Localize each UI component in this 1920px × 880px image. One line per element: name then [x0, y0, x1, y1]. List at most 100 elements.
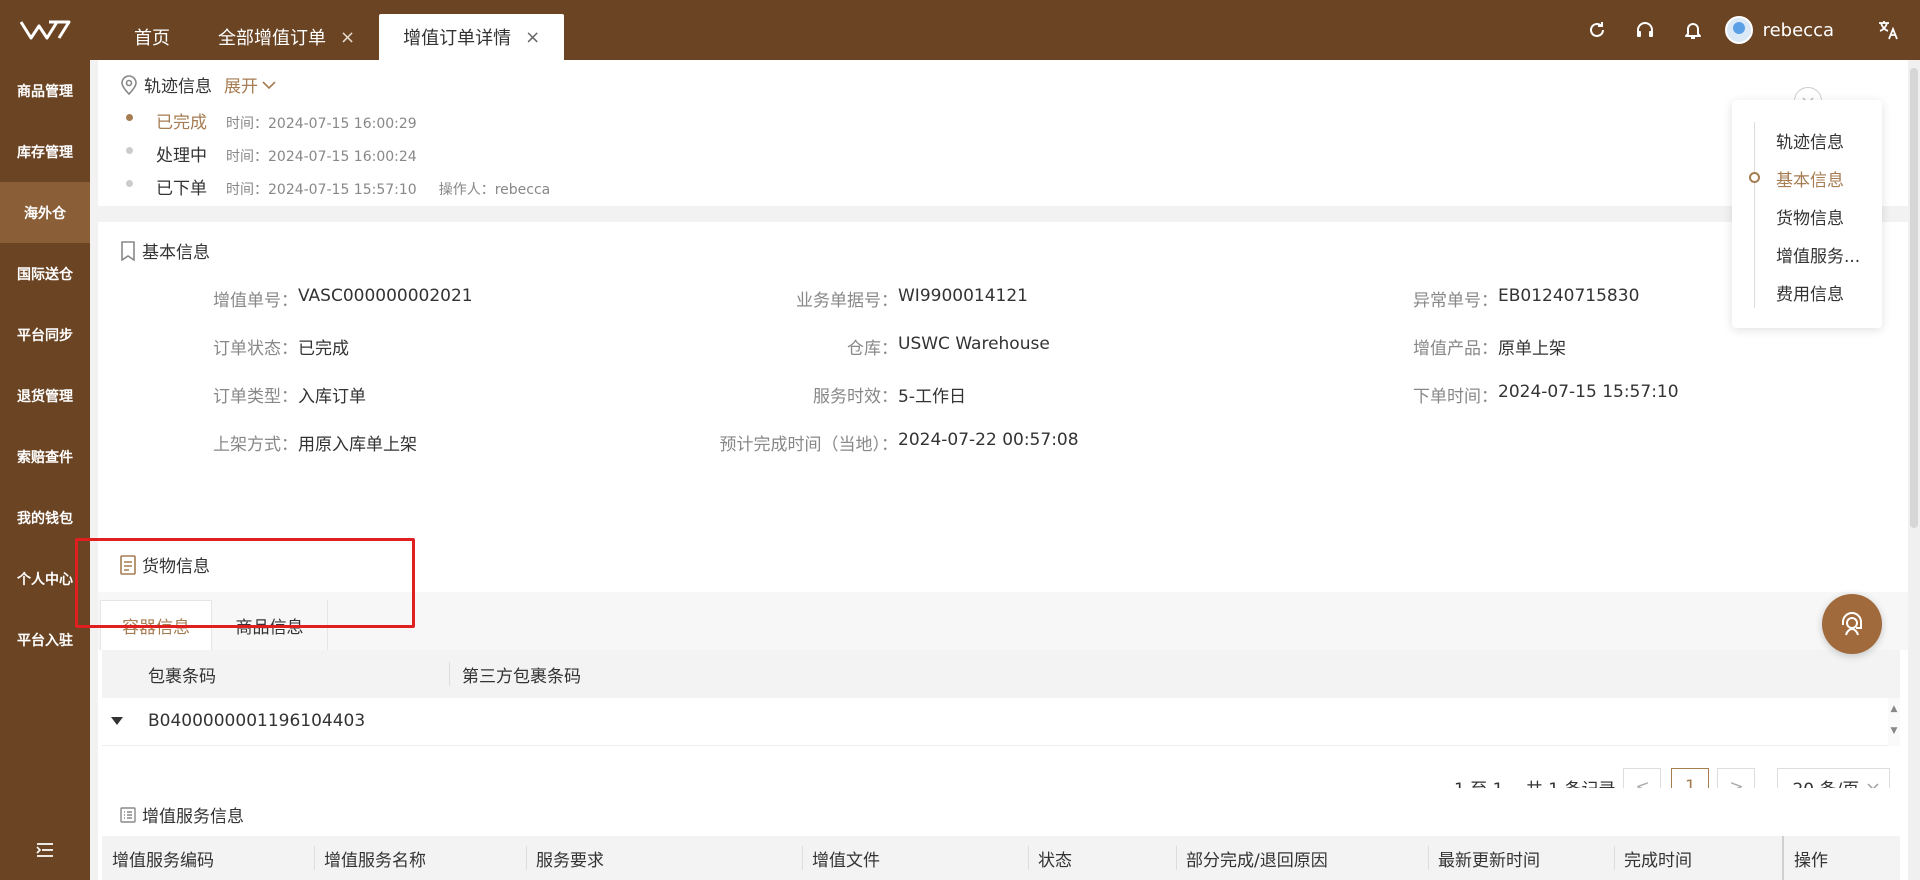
- sidebar-item-label: 平台入驻: [17, 632, 73, 649]
- field-exception-no: 异常单号： EB01240715830: [1358, 286, 1639, 311]
- column-header: 状态: [1038, 836, 1072, 880]
- anchor-item-basic[interactable]: 基本信息: [1776, 166, 1844, 191]
- username[interactable]: rebecca: [1763, 20, 1834, 41]
- fixed-column-divider: [1782, 836, 1784, 880]
- headset-icon[interactable]: [1621, 0, 1669, 60]
- sidebar-item-label: 我的钱包: [17, 510, 73, 527]
- field-label: 订单类型：: [213, 387, 298, 407]
- field-value: WI9900014121: [898, 286, 1028, 306]
- expand-row-icon[interactable]: [110, 712, 124, 732]
- field-label: 仓库：: [847, 339, 898, 359]
- track-status: 已完成: [156, 113, 207, 133]
- column-label: 增值文件: [812, 850, 880, 871]
- sidebar-item-inventory[interactable]: 库存管理: [0, 121, 90, 182]
- field-vas-product: 增值产品： 原单上架: [1358, 334, 1566, 359]
- top-bar: 首页 全部增值订单 × 增值订单详情 × rebecca: [0, 0, 1920, 60]
- sidebar-item-platform-sync[interactable]: 平台同步: [0, 304, 90, 365]
- field-biz-no: 业务单据号： WI9900014121: [658, 286, 1028, 311]
- anchor-item-goods[interactable]: 货物信息: [1776, 204, 1844, 229]
- anchor-item-track[interactable]: 轨迹信息: [1776, 128, 1844, 153]
- refresh-icon[interactable]: [1573, 0, 1621, 60]
- anchor-nav: 轨迹信息 基本信息 货物信息 增值服务... 费用信息: [1732, 100, 1882, 328]
- timeline-dot: [126, 180, 133, 187]
- track-status: 处理中: [156, 146, 207, 166]
- sidebar-item-returns[interactable]: 退货管理: [0, 365, 90, 426]
- field-label: 增值产品：: [1413, 339, 1498, 359]
- sidebar-item-product[interactable]: 商品管理: [0, 60, 90, 121]
- anchor-item-fees[interactable]: 费用信息: [1776, 280, 1844, 305]
- column-divider: [1028, 846, 1029, 870]
- column-divider: [802, 846, 803, 870]
- column-label: 增值服务名称: [324, 850, 426, 871]
- column-header: 第三方包裹条码: [462, 650, 581, 698]
- field-eta: 预计完成时间（当地）： 2024-07-22 00:57:08: [658, 430, 1079, 455]
- field-value: 5-工作日: [898, 387, 966, 407]
- column-header: 服务要求: [536, 836, 604, 880]
- field-label: 下单时间：: [1413, 387, 1498, 407]
- column-label: 部分完成/退回原因: [1186, 850, 1328, 871]
- expand-button[interactable]: 展开: [224, 72, 276, 97]
- field-label: 上架方式：: [213, 435, 298, 455]
- field-shelf-method: 上架方式： 用原入库单上架: [158, 430, 417, 455]
- sidebar-item-claims[interactable]: 索赔查件: [0, 426, 90, 487]
- close-icon[interactable]: ×: [525, 27, 540, 48]
- track-title: 轨迹信息: [144, 77, 212, 97]
- sidebar-item-label: 国际送仓: [17, 266, 73, 283]
- scrollbar-thumb[interactable]: [1910, 68, 1918, 528]
- table-scroll-arrows[interactable]: ▲ ▼: [1888, 698, 1900, 746]
- tab-label: 首页: [134, 28, 170, 49]
- customer-service-button[interactable]: [1822, 594, 1882, 654]
- sidebar-item-overseas-warehouse[interactable]: 海外仓: [0, 182, 90, 243]
- column-header: 部分完成/退回原因: [1186, 836, 1328, 880]
- sidebar-item-intl-delivery[interactable]: 国际送仓: [0, 243, 90, 304]
- column-header: 操作: [1794, 836, 1828, 880]
- track-operator: 操作人：rebecca: [438, 182, 551, 198]
- tab-home[interactable]: 首页: [110, 14, 194, 60]
- track-status: 已下单: [156, 179, 207, 199]
- column-header: 完成时间: [1624, 836, 1692, 880]
- column-label: 第三方包裹条码: [462, 666, 581, 687]
- column-label: 包裹条码: [148, 666, 216, 687]
- track-item: 已下单 时间：2024-07-15 15:57:10 操作人：rebecca: [126, 174, 550, 199]
- sidebar-item-label: 索赔查件: [17, 449, 73, 466]
- track-time: 时间：2024-07-15 16:00:29: [226, 116, 417, 132]
- sidebar-collapse-icon[interactable]: [0, 830, 90, 870]
- anchor-item-vas[interactable]: 增值服务...: [1776, 242, 1860, 267]
- field-label: 服务时效：: [813, 387, 898, 407]
- column-header: 增值文件: [812, 836, 880, 880]
- field-value: 已完成: [298, 339, 349, 359]
- timeline-dot: [126, 114, 133, 121]
- expand-label: 展开: [224, 77, 258, 97]
- bell-icon[interactable]: [1669, 0, 1717, 60]
- list-icon: [120, 806, 136, 823]
- column-divider: [1428, 846, 1429, 870]
- track-time: 时间：2024-07-15 15:57:10: [226, 182, 417, 198]
- tab-all-vas-orders[interactable]: 全部增值订单 ×: [194, 14, 379, 60]
- field-value: 用原入库单上架: [298, 435, 417, 455]
- avatar[interactable]: [1724, 16, 1753, 44]
- page-tabs: 首页 全部增值订单 × 增值订单详情 ×: [110, 14, 565, 60]
- close-icon[interactable]: ×: [340, 27, 355, 48]
- field-label: 预计完成时间（当地）：: [719, 435, 899, 455]
- tab-vas-order-detail[interactable]: 增值订单详情 ×: [379, 14, 565, 60]
- vas-table-header: 增值服务编码 增值服务名称 服务要求 增值文件 状态 部分完成/退回原因 最新更…: [102, 836, 1900, 880]
- logo[interactable]: [0, 0, 90, 60]
- column-header: 最新更新时间: [1438, 836, 1540, 880]
- highlight-box: [75, 538, 415, 628]
- field-order-type: 订单类型： 入库订单: [158, 382, 366, 407]
- field-label: 增值单号：: [213, 291, 298, 311]
- column-header: 增值服务名称: [324, 836, 426, 880]
- basic-info-header: 基本信息: [120, 238, 210, 263]
- chevron-down-icon: [262, 80, 276, 89]
- table-row[interactable]: B0400000001196104403: [102, 698, 1888, 746]
- field-value: USWC Warehouse: [898, 334, 1050, 354]
- track-item: 已完成 时间：2024-07-15 16:00:29: [126, 108, 417, 133]
- field-value: 2024-07-15 15:57:10: [1498, 382, 1679, 402]
- column-label: 完成时间: [1624, 850, 1692, 871]
- top-actions: rebecca: [1573, 0, 1920, 60]
- translate-icon[interactable]: [1864, 0, 1912, 60]
- track-header: 轨迹信息 展开: [120, 72, 276, 97]
- page-scrollbar[interactable]: [1908, 60, 1920, 880]
- field-order-time: 下单时间： 2024-07-15 15:57:10: [1358, 382, 1679, 407]
- tab-label: 增值订单详情: [403, 28, 512, 49]
